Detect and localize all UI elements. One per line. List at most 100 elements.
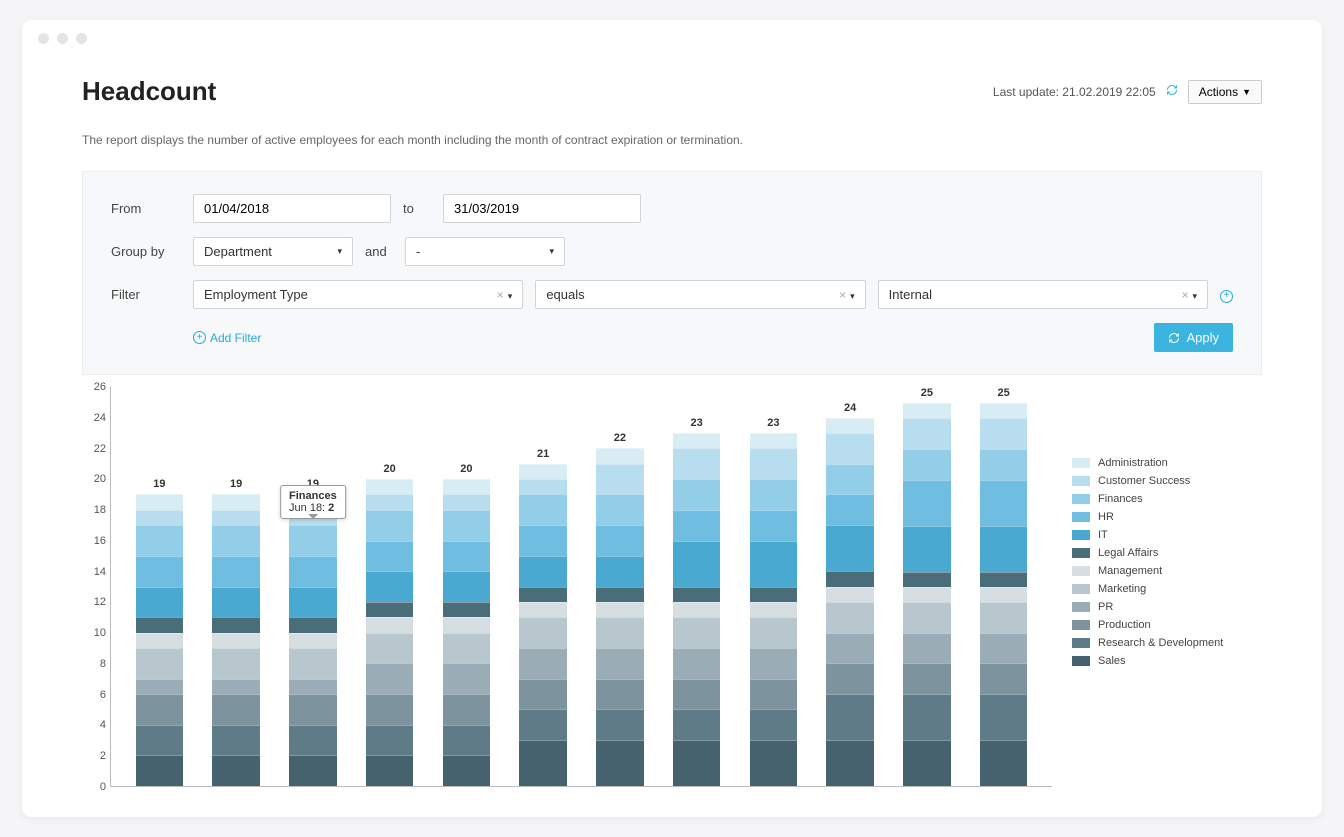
bar-segment[interactable] xyxy=(596,448,644,463)
bar-segment[interactable] xyxy=(212,525,260,556)
bar-segment[interactable] xyxy=(750,617,798,648)
bar-segment[interactable] xyxy=(443,571,491,602)
bar-segment[interactable] xyxy=(980,587,1028,602)
bar-segment[interactable] xyxy=(673,602,721,617)
bar-segment[interactable] xyxy=(289,587,337,618)
bar-segment[interactable] xyxy=(366,510,414,541)
bar-segment[interactable] xyxy=(750,648,798,679)
bar-segment[interactable] xyxy=(596,525,644,556)
legend-item[interactable]: PR xyxy=(1072,601,1262,613)
legend-item[interactable]: Management xyxy=(1072,565,1262,577)
bar-segment[interactable] xyxy=(596,709,644,740)
bar-segment[interactable] xyxy=(519,556,567,587)
bar-segment[interactable] xyxy=(903,602,951,633)
bar-segment[interactable] xyxy=(136,494,184,509)
bar-segment[interactable] xyxy=(903,418,951,449)
bar-segment[interactable] xyxy=(980,633,1028,664)
bar-segment[interactable] xyxy=(903,587,951,602)
bar-segment[interactable] xyxy=(903,633,951,664)
bar-segment[interactable] xyxy=(443,617,491,632)
apply-button[interactable]: Apply xyxy=(1154,323,1233,352)
bar-segment[interactable] xyxy=(980,663,1028,694)
legend-item[interactable]: Marketing xyxy=(1072,583,1262,595)
bar-segment[interactable] xyxy=(596,556,644,587)
bar-segment[interactable] xyxy=(826,525,874,571)
bar-segment[interactable] xyxy=(212,725,260,756)
bar-segment[interactable] xyxy=(903,449,951,480)
bar-segment[interactable] xyxy=(596,464,644,495)
bar-segment[interactable] xyxy=(903,572,951,587)
bar-segment[interactable] xyxy=(519,525,567,556)
bar-segment[interactable] xyxy=(136,725,184,756)
bar-segment[interactable] xyxy=(826,418,874,433)
bar-segment[interactable] xyxy=(826,494,874,525)
bar-segment[interactable] xyxy=(519,479,567,494)
bar-segment[interactable] xyxy=(673,479,721,510)
bar-segment[interactable] xyxy=(519,709,567,740)
bar-segment[interactable] xyxy=(673,617,721,648)
bar-segment[interactable] xyxy=(826,633,874,664)
bar-segment[interactable] xyxy=(443,725,491,756)
bar-segment[interactable] xyxy=(903,403,951,418)
bar-segment[interactable] xyxy=(212,694,260,725)
bar-segment[interactable] xyxy=(596,648,644,679)
bar-segment[interactable] xyxy=(826,602,874,633)
bar-segment[interactable] xyxy=(980,694,1028,740)
bar-segment[interactable] xyxy=(443,479,491,494)
bar-segment[interactable] xyxy=(750,448,798,479)
bar-segment[interactable] xyxy=(903,480,951,526)
bar-segment[interactable] xyxy=(366,694,414,725)
bar-segment[interactable] xyxy=(366,602,414,617)
bar-segment[interactable] xyxy=(212,633,260,648)
bar-segment[interactable] xyxy=(212,494,260,509)
bar-segment[interactable] xyxy=(980,403,1028,418)
bar-segment[interactable] xyxy=(136,510,184,525)
bar-segment[interactable] xyxy=(673,648,721,679)
bar-segment[interactable] xyxy=(903,694,951,740)
bar-segment[interactable] xyxy=(826,433,874,464)
bar-segment[interactable] xyxy=(750,709,798,740)
bar-segment[interactable] xyxy=(826,740,874,786)
bar-segment[interactable] xyxy=(673,679,721,710)
bar-segment[interactable] xyxy=(519,587,567,602)
bar-segment[interactable] xyxy=(750,433,798,448)
bar-segment[interactable] xyxy=(673,510,721,541)
bar-segment[interactable] xyxy=(136,617,184,632)
bar-segment[interactable] xyxy=(289,679,337,694)
filter-value-select[interactable]: Internal ×▾ xyxy=(878,280,1208,309)
bar-segment[interactable] xyxy=(750,541,798,587)
bar-segment[interactable] xyxy=(136,525,184,556)
bar-segment[interactable] xyxy=(289,556,337,587)
bar-column[interactable]: 19FinancesJun 18: 2 xyxy=(275,387,352,786)
bar-segment[interactable] xyxy=(289,525,337,556)
bar-segment[interactable] xyxy=(750,740,798,786)
bar-column[interactable]: 22 xyxy=(582,387,659,786)
bar-segment[interactable] xyxy=(289,633,337,648)
bar-segment[interactable] xyxy=(136,755,184,786)
to-input[interactable] xyxy=(443,194,641,223)
bar-segment[interactable] xyxy=(212,587,260,618)
bar-segment[interactable] xyxy=(750,510,798,541)
bar-segment[interactable] xyxy=(289,755,337,786)
groupby-select[interactable]: Department ▾ xyxy=(193,237,353,266)
bar-segment[interactable] xyxy=(366,725,414,756)
bar-segment[interactable] xyxy=(980,526,1028,572)
bar-column[interactable]: 24 xyxy=(812,387,889,786)
bar-segment[interactable] xyxy=(980,449,1028,480)
bar-segment[interactable] xyxy=(903,663,951,694)
bar-segment[interactable] xyxy=(596,679,644,710)
bar-segment[interactable] xyxy=(673,740,721,786)
bar-column[interactable]: 19 xyxy=(198,387,275,786)
legend-item[interactable]: Production xyxy=(1072,619,1262,631)
bar-segment[interactable] xyxy=(289,725,337,756)
bar-segment[interactable] xyxy=(980,572,1028,587)
bar-segment[interactable] xyxy=(596,740,644,786)
bar-segment[interactable] xyxy=(443,494,491,509)
bar-segment[interactable] xyxy=(519,679,567,710)
bar-segment[interactable] xyxy=(366,663,414,694)
bar-segment[interactable] xyxy=(673,709,721,740)
bar-segment[interactable] xyxy=(826,694,874,740)
bar-segment[interactable] xyxy=(212,679,260,694)
bar-segment[interactable] xyxy=(289,617,337,632)
add-filter-button[interactable]: + Add Filter xyxy=(193,331,261,345)
